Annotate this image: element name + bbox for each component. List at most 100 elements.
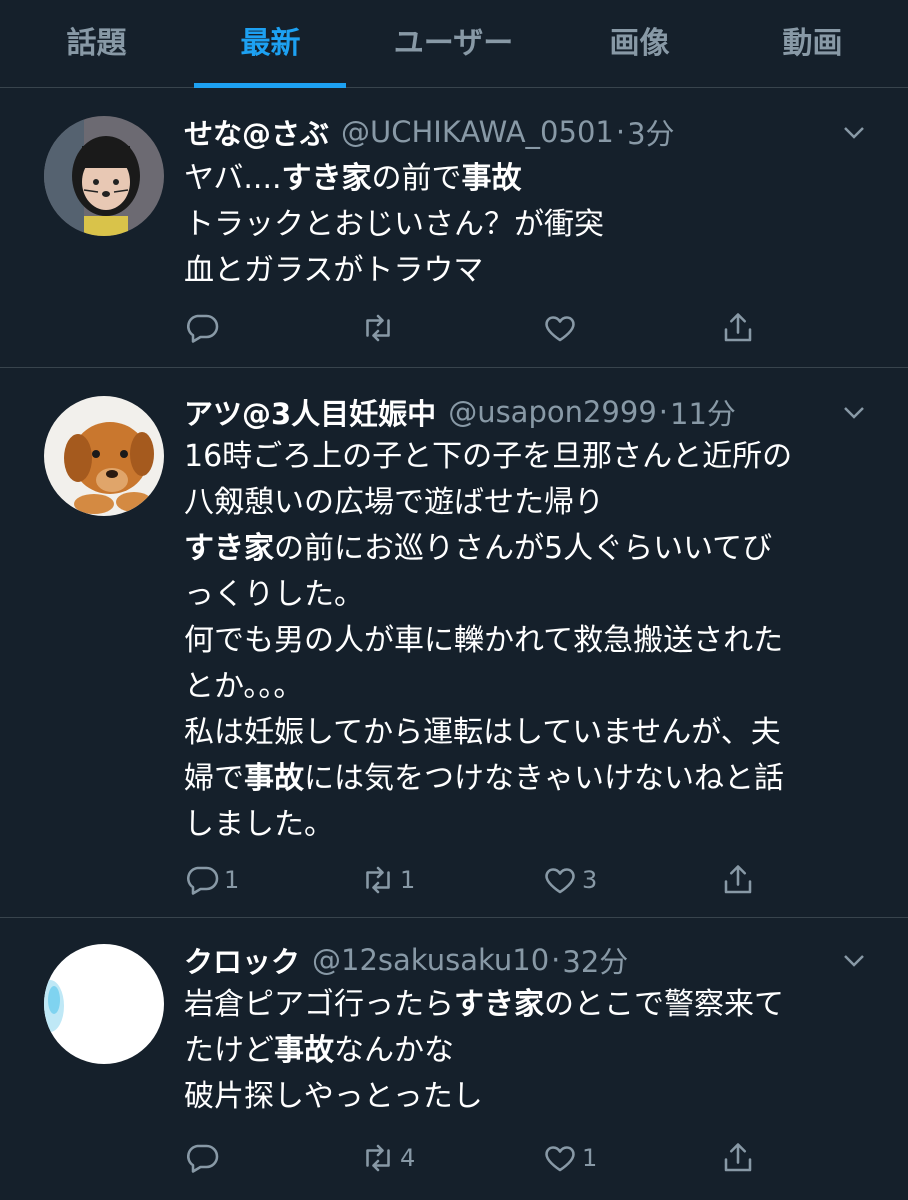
- tab-images[interactable]: 画像: [549, 0, 730, 88]
- text-segment: の前にお巡りさんが5人ぐらいいてび: [274, 531, 773, 566]
- text-segment: しました。: [184, 807, 334, 842]
- highlighted-term: 事故: [461, 161, 522, 196]
- tweet-line: とか。。。: [184, 664, 864, 710]
- reply-icon: [184, 862, 220, 898]
- retweet-icon: [360, 310, 396, 346]
- reply-button[interactable]: [184, 1138, 224, 1178]
- text-segment: 何でも男の人が車に轢かれて救急搬送された: [184, 623, 784, 658]
- tweet[interactable]: アツ@3人目妊娠中 @usapon2999 · 11分 16時ごろ上の子と下の子…: [0, 368, 908, 918]
- text-segment: には気をつけなきゃいけないねと話: [304, 761, 784, 796]
- highlighted-term: 事故: [244, 761, 304, 796]
- highlighted-term: すき家: [281, 161, 372, 196]
- tweet-line: すき家の前にお巡りさんが5人ぐらいいてび: [184, 526, 864, 572]
- text-segment: 私は妊娠してから運転はしていませんが、夫: [184, 715, 781, 750]
- share-button[interactable]: [720, 1138, 756, 1178]
- user-handle[interactable]: @UCHIKAWA_0501: [341, 115, 614, 149]
- tweet-line: 16時ごろ上の子と下の子を旦那さんと近所の: [184, 434, 864, 480]
- tweet-text: ヤバ....すき家の前で事故トラックとおじいさん？が衝突 血とガラスがトラウマ: [184, 156, 864, 294]
- highlighted-term: すき家: [454, 987, 544, 1022]
- reply-icon: [184, 1140, 220, 1176]
- tweet-line: っくりした。: [184, 572, 864, 618]
- tweet-text: 岩倉ピアゴ行ったらすき家のとこで警察来て たけど事故なんかな 破片探しやっとったし: [184, 982, 864, 1120]
- like-button[interactable]: 3: [542, 860, 597, 900]
- text-segment: ヤバ....: [184, 161, 282, 196]
- display-name[interactable]: せな@さぶ: [184, 111, 329, 153]
- text-segment: の前で: [371, 161, 462, 196]
- avatar[interactable]: [44, 944, 164, 1064]
- reply-icon: [184, 310, 220, 346]
- tab-latest[interactable]: 最新: [180, 0, 361, 88]
- display-name[interactable]: アツ@3人目妊娠中: [184, 391, 436, 433]
- text-segment: 血とガラスがトラウマ: [184, 253, 484, 288]
- like-button[interactable]: [542, 308, 582, 348]
- avatar[interactable]: [44, 116, 164, 236]
- tweet-header: せな@さぶ @UCHIKAWA_0501 · 3分: [184, 110, 675, 154]
- retweet-icon: [360, 862, 396, 898]
- share-icon: [720, 310, 756, 346]
- retweet-button[interactable]: 4: [360, 1138, 415, 1178]
- text-segment: 八剱憩いの広場で遊ばせた帰り: [184, 485, 604, 520]
- tweet-actions: [184, 308, 784, 348]
- reply-button[interactable]: 1: [184, 860, 239, 900]
- user-handle[interactable]: @12sakusaku10: [312, 943, 549, 977]
- tweet-line: しました。: [184, 802, 864, 848]
- retweet-button[interactable]: 1: [360, 860, 415, 900]
- tab-users[interactable]: ユーザー: [363, 0, 544, 88]
- timestamp[interactable]: 32分: [562, 939, 628, 981]
- tweet-actions: 41: [184, 1138, 784, 1178]
- text-segment: 婦で: [184, 761, 244, 796]
- reply-button[interactable]: [184, 308, 224, 348]
- search-tabs: 話題 最新 ユーザー 画像 動画: [0, 0, 908, 88]
- text-segment: 岩倉ピアゴ行ったら: [184, 987, 454, 1022]
- text-segment: っくりした。: [184, 577, 364, 612]
- text-segment: のとこで警察来て: [544, 987, 784, 1022]
- user-handle[interactable]: @usapon2999: [448, 395, 657, 429]
- display-name[interactable]: クロック: [184, 939, 300, 981]
- tweet-line: 岩倉ピアゴ行ったらすき家のとこで警察来て: [184, 982, 864, 1028]
- text-segment: たけど: [184, 1033, 274, 1068]
- avatar[interactable]: [44, 396, 164, 516]
- chevron-down-icon[interactable]: [840, 946, 868, 974]
- tweet[interactable]: クロック @12sakusaku10 · 32分 岩倉ピアゴ行ったらすき家のとこ…: [0, 918, 908, 1200]
- separator-dot: ·: [551, 943, 561, 977]
- text-segment: 破片探しやっとったし: [184, 1079, 483, 1114]
- text-segment: トラックとおじいさん？が衝突: [184, 207, 604, 242]
- text-segment: なんかな: [334, 1033, 454, 1068]
- tweet-actions: 1 1 3: [184, 860, 784, 900]
- retweet-count: 4: [400, 1144, 416, 1172]
- tweet-header: アツ@3人目妊娠中 @usapon2999 · 11分: [184, 390, 736, 434]
- tweet[interactable]: せな@さぶ @UCHIKAWA_0501 · 3分 ヤバ....すき家の前で事故…: [0, 88, 908, 368]
- tweet-line: トラックとおじいさん？が衝突: [184, 202, 864, 248]
- retweet-count: 1: [400, 866, 416, 894]
- tab-topics[interactable]: 話題: [6, 0, 187, 88]
- separator-dot: ·: [615, 115, 626, 149]
- tweet-line: 私は妊娠してから運転はしていませんが、夫: [184, 710, 864, 756]
- share-icon: [720, 862, 756, 898]
- separator-dot: ·: [658, 395, 668, 429]
- tweet-line: 八剱憩いの広場で遊ばせた帰り: [184, 480, 864, 526]
- like-count: 1: [582, 1144, 598, 1172]
- tweet-line: 婦で事故には気をつけなきゃいけないねと話: [184, 756, 864, 802]
- like-button[interactable]: 1: [542, 1138, 597, 1178]
- timestamp[interactable]: 3分: [627, 111, 674, 153]
- text-segment: 16時ごろ上の子と下の子を旦那さんと近所の: [184, 439, 793, 474]
- chevron-down-icon[interactable]: [840, 398, 868, 426]
- chevron-down-icon[interactable]: [840, 118, 868, 146]
- tweet-header: クロック @12sakusaku10 · 32分: [184, 938, 628, 982]
- share-button[interactable]: [720, 308, 756, 348]
- share-icon: [720, 1140, 756, 1176]
- like-count: 3: [582, 866, 598, 894]
- reply-count: 1: [224, 866, 240, 894]
- tweet-text: 16時ごろ上の子と下の子を旦那さんと近所の 八剱憩いの広場で遊ばせた帰り すき家の前…: [184, 434, 864, 848]
- heart-icon: [542, 862, 578, 898]
- retweet-button[interactable]: [360, 308, 400, 348]
- tweet-line: 血とガラスがトラウマ: [184, 248, 864, 294]
- tweet-line: ヤバ....すき家の前で事故: [184, 156, 864, 202]
- share-button[interactable]: [720, 860, 756, 900]
- timestamp[interactable]: 11分: [670, 391, 736, 433]
- tab-videos[interactable]: 動画: [722, 0, 903, 88]
- highlighted-term: すき家: [184, 531, 274, 566]
- tweet-line: 破片探しやっとったし: [184, 1074, 864, 1120]
- tweet-line: 何でも男の人が車に轢かれて救急搬送された: [184, 618, 864, 664]
- text-segment: とか。。。: [184, 669, 304, 704]
